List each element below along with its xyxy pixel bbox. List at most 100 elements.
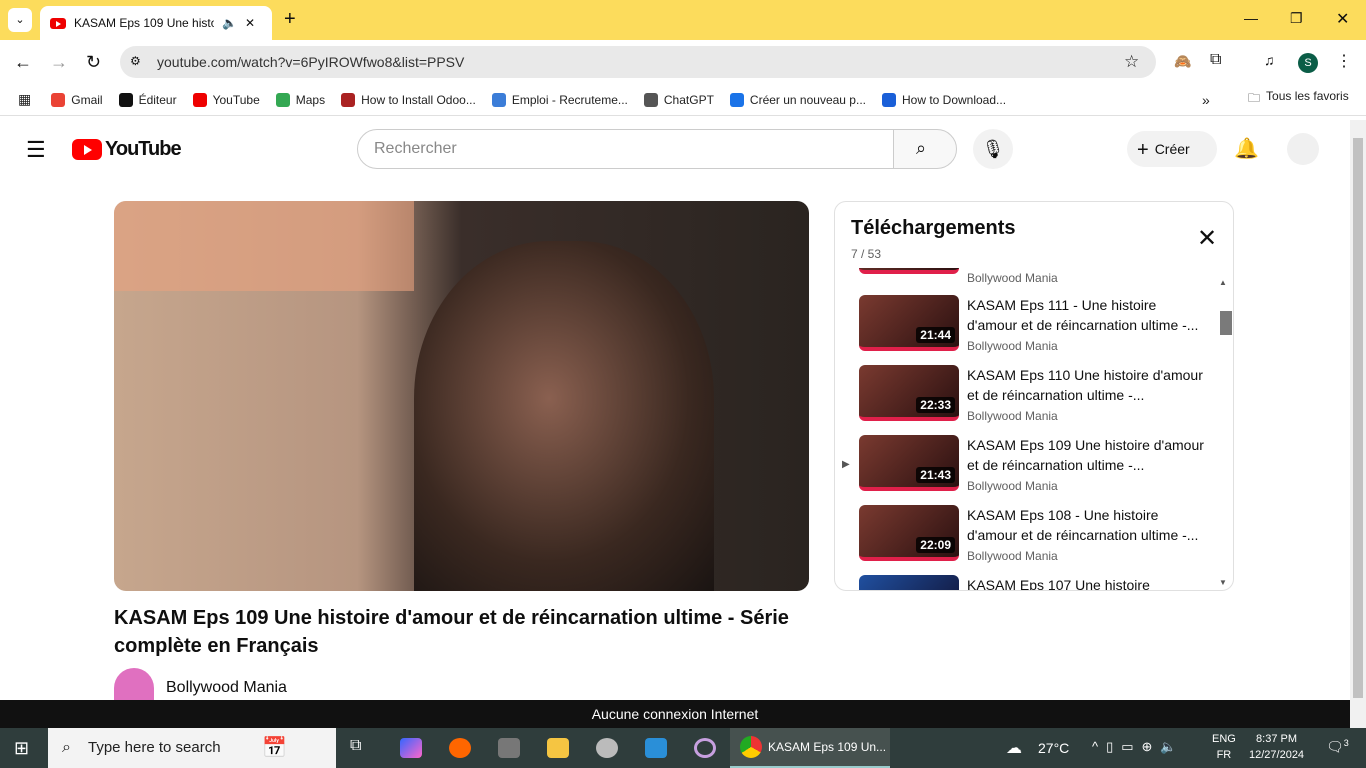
more-bookmarks-icon[interactable]: »	[1202, 92, 1210, 108]
vscode-icon[interactable]	[645, 738, 667, 758]
bookmark-item[interactable]: Maps	[275, 92, 326, 107]
menu-icon[interactable]: ⋮	[1336, 51, 1352, 71]
playlist-item-channel: Bollywood Mania	[967, 409, 1058, 423]
bookmark-item[interactable]: Éditeur	[118, 92, 177, 107]
list-scroll-thumb[interactable]	[1220, 311, 1232, 335]
extensions-puzzle-icon[interactable]: ⧉	[1210, 51, 1221, 69]
search-button[interactable]: ⌕	[893, 129, 957, 169]
duration-badge: 22:09	[916, 537, 955, 553]
list-scroll-up[interactable]: ▲	[1219, 278, 1227, 287]
apps-icon[interactable]: ▦	[18, 91, 31, 108]
copilot-icon[interactable]	[400, 738, 422, 758]
create-button[interactable]: + Créer	[1127, 131, 1217, 167]
bookmark-star-icon[interactable]: ☆	[1124, 52, 1139, 72]
playlist-item[interactable]: 21:44 KASAM Eps 111 - Une histoire d'amou…	[859, 295, 1209, 365]
notification-center-icon[interactable]: 🗨3	[1326, 738, 1349, 756]
bookmark-label: Éditeur	[138, 92, 177, 107]
bookmark-item[interactable]: YouTube	[192, 92, 260, 107]
bookmark-favicon-icon	[491, 92, 506, 107]
folder-icon: 🗀	[1248, 91, 1261, 105]
bookmark-label: Gmail	[71, 92, 103, 107]
reload-icon[interactable]: ↻	[86, 52, 101, 73]
app-icon[interactable]	[596, 738, 618, 758]
video-thumbnail: 21:44	[859, 295, 959, 351]
bookmark-item[interactable]: Créer un nouveau p...	[729, 92, 866, 107]
duration-badge: 21:43	[916, 467, 955, 483]
notification-count: 3	[1343, 738, 1349, 748]
all-bookmarks[interactable]: 🗀 Tous les favoris	[1248, 89, 1349, 110]
lang-secondary: FR	[1216, 749, 1232, 761]
firefox-icon[interactable]	[449, 738, 471, 758]
search-input[interactable]: Rechercher	[357, 129, 894, 169]
bookmark-label: YouTube	[212, 92, 260, 107]
youtube-logo[interactable]: YouTube	[72, 138, 182, 161]
playlist-item[interactable]: 22:33 KASAM Eps 110 Une histoire d'amour …	[859, 365, 1209, 435]
restore-button[interactable]: ❐	[1290, 10, 1303, 27]
bookmark-favicon-icon	[881, 92, 896, 107]
bookmark-favicon-icon	[118, 92, 133, 107]
app-circle-icon[interactable]	[694, 738, 716, 758]
playlist-item-title: KASAM Eps 109 Une histoire d'amour et de…	[967, 437, 1204, 473]
media-app-icon[interactable]	[498, 738, 520, 758]
bookmark-favicon-icon	[275, 92, 290, 107]
close-window-button[interactable]: ✕	[1336, 9, 1349, 29]
language-indicator[interactable]: ENG FR	[1212, 733, 1236, 761]
media-control-icon[interactable]: ♫	[1264, 52, 1275, 68]
search-icon: ⌕	[62, 739, 71, 756]
notifications-bell-icon[interactable]: 🔔	[1234, 136, 1259, 161]
now-playing-icon: ▶	[842, 459, 850, 470]
extension-icon[interactable]: 🙈	[1174, 53, 1191, 70]
channel-name[interactable]: Bollywood Mania	[166, 679, 287, 697]
bookmark-label: How to Install Odoo...	[361, 92, 476, 107]
bookmark-item[interactable]: How to Download...	[881, 92, 1006, 107]
bookmark-item[interactable]: How to Install Odoo...	[341, 92, 476, 107]
system-tray-icons[interactable]: ^▯▭⊕🔈	[1092, 739, 1185, 755]
playlist-position: 7 / 53	[851, 247, 882, 261]
minimize-button[interactable]: —	[1244, 10, 1258, 26]
audio-icon[interactable]: 🔈	[222, 16, 237, 30]
task-view-icon[interactable]: ⧉	[350, 737, 361, 755]
bookmark-item[interactable]: Emploi - Recruteme...	[491, 92, 628, 107]
search-icon: ⌕	[916, 138, 927, 158]
account-avatar[interactable]	[1287, 133, 1319, 165]
playlist-item-title: KASAM Eps 107 Une histoire	[967, 577, 1150, 591]
profile-avatar[interactable]: S	[1298, 53, 1318, 73]
video-thumbnail: 21:43	[859, 435, 959, 491]
voice-search-button[interactable]: 🎙	[973, 129, 1013, 169]
bookmark-item[interactable]: Gmail	[51, 92, 103, 107]
list-scroll-down[interactable]: ▼	[1219, 578, 1227, 587]
hamburger-menu-icon[interactable]: ☰	[26, 137, 46, 163]
playlist-item[interactable]: 22:09 KASAM Eps 108 - Une histoire d'amou…	[859, 505, 1209, 575]
playlist-item[interactable]: 21:43 KASAM Eps 109 Une histoire d'amour …	[859, 435, 1209, 505]
offline-notice: Aucune connexion Internet	[0, 700, 1350, 728]
video-title: KASAM Eps 109 Une histoire d'amour et de…	[114, 607, 789, 657]
new-tab-button[interactable]: +	[284, 8, 296, 31]
calendar-widget-icon: 📅	[262, 737, 287, 759]
video-player[interactable]	[114, 201, 809, 591]
taskbar-search-placeholder: Type here to search	[88, 739, 221, 756]
url-text: youtube.com/watch?v=6PyIROWfwo8&list=PPS…	[157, 54, 465, 70]
scrollbar-thumb[interactable]	[1353, 138, 1363, 698]
browser-tab[interactable]: KASAM Eps 109 Une histoir 🔈 ✕	[40, 6, 272, 40]
taskbar-chrome-window[interactable]: KASAM Eps 109 Un...	[730, 728, 890, 768]
bookmark-item[interactable]: ChatGPT	[643, 92, 714, 107]
lang-primary: ENG	[1212, 733, 1236, 745]
clock[interactable]: 8:37 PM 12/27/2024	[1249, 733, 1304, 761]
bookmark-label: Maps	[295, 92, 326, 107]
weather-icon[interactable]: ☁	[1006, 738, 1022, 758]
tab-search-button[interactable]: ⌄	[8, 8, 32, 32]
playlist-item[interactable]: KASAM Eps 107 Une histoire	[859, 575, 1209, 591]
address-bar[interactable]: youtube.com/watch?v=6PyIROWfwo8&list=PPS…	[120, 46, 1156, 78]
forward-icon[interactable]: →	[50, 52, 68, 73]
tab-close-icon[interactable]: ✕	[245, 16, 255, 30]
windows-start-icon[interactable]: ⊞	[14, 738, 29, 759]
weather-temp[interactable]: 27°C	[1038, 740, 1069, 756]
file-explorer-icon[interactable]	[547, 738, 569, 758]
channel-avatar[interactable]	[114, 668, 154, 700]
back-icon[interactable]: ←	[14, 52, 32, 73]
site-info-icon[interactable]: ⚙	[130, 54, 141, 68]
playlist-item-channel: Bollywood Mania	[967, 339, 1058, 353]
taskbar-search[interactable]: ⌕ Type here to search 📅	[48, 728, 336, 768]
close-playlist-icon[interactable]: ✕	[1197, 224, 1217, 253]
playlist-item-channel: Bollywood Mania	[967, 479, 1058, 493]
